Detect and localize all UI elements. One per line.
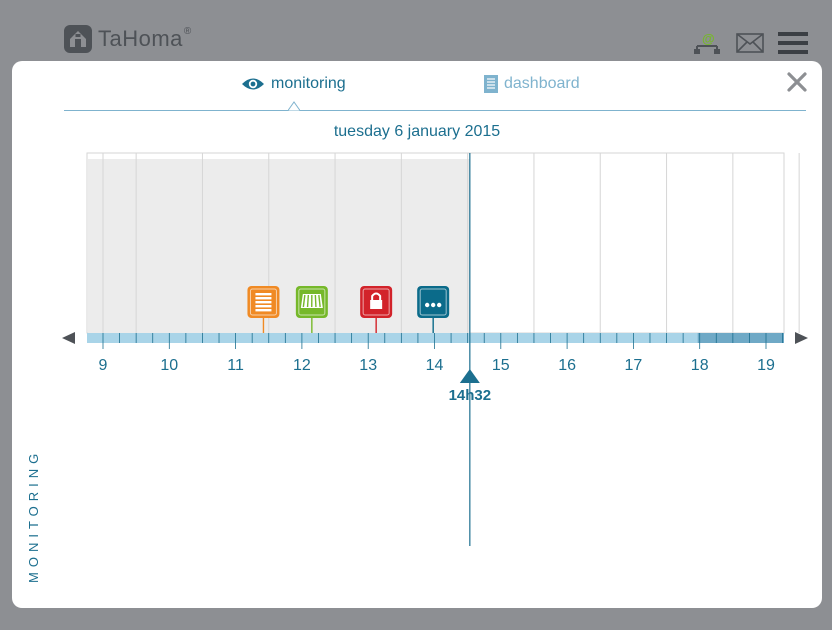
current-time-marker-icon[interactable]: [459, 369, 480, 383]
side-label: MONITORING: [26, 448, 41, 583]
hour-label: 17: [625, 357, 643, 374]
more-icon: [417, 286, 450, 318]
current-time-label: 14h32: [449, 387, 492, 404]
scroll-left-icon[interactable]: [62, 332, 75, 344]
awning-event-marker[interactable]: [295, 286, 328, 318]
mail-icon[interactable]: [736, 33, 764, 53]
hour-label: 16: [558, 357, 576, 374]
hour-label: 13: [359, 357, 377, 374]
tahoma-logo: TaHoma®: [64, 24, 192, 54]
hour-label: 18: [691, 357, 709, 374]
monitoring-dialog: monitoring dashboard tuesday 6 january 2…: [12, 61, 822, 608]
house-logo-icon: [64, 25, 92, 53]
network-at-icon[interactable]: @: [692, 30, 722, 56]
app-name: TaHoma®: [98, 26, 192, 51]
hour-label: 15: [492, 357, 510, 374]
hour-label: 19: [757, 357, 775, 374]
roller-shutter-event-marker[interactable]: [247, 286, 280, 318]
menu-icon[interactable]: [778, 31, 808, 55]
lock-event-marker[interactable]: [360, 286, 393, 318]
more-event-marker[interactable]: [417, 286, 450, 318]
svg-text:@: @: [702, 31, 715, 46]
scroll-right-icon[interactable]: [795, 332, 808, 344]
hour-label: 9: [99, 357, 108, 374]
timeline-track: [87, 333, 784, 343]
hour-label: 11: [227, 357, 244, 374]
hour-label: 14: [426, 357, 444, 374]
timeline[interactable]: 9 10 11 12 13 14 15 16 17 18 19 14h32: [12, 61, 822, 608]
hour-label: 12: [293, 357, 311, 374]
timeline-track-segment: [697, 333, 784, 343]
hour-label: 10: [160, 357, 178, 374]
